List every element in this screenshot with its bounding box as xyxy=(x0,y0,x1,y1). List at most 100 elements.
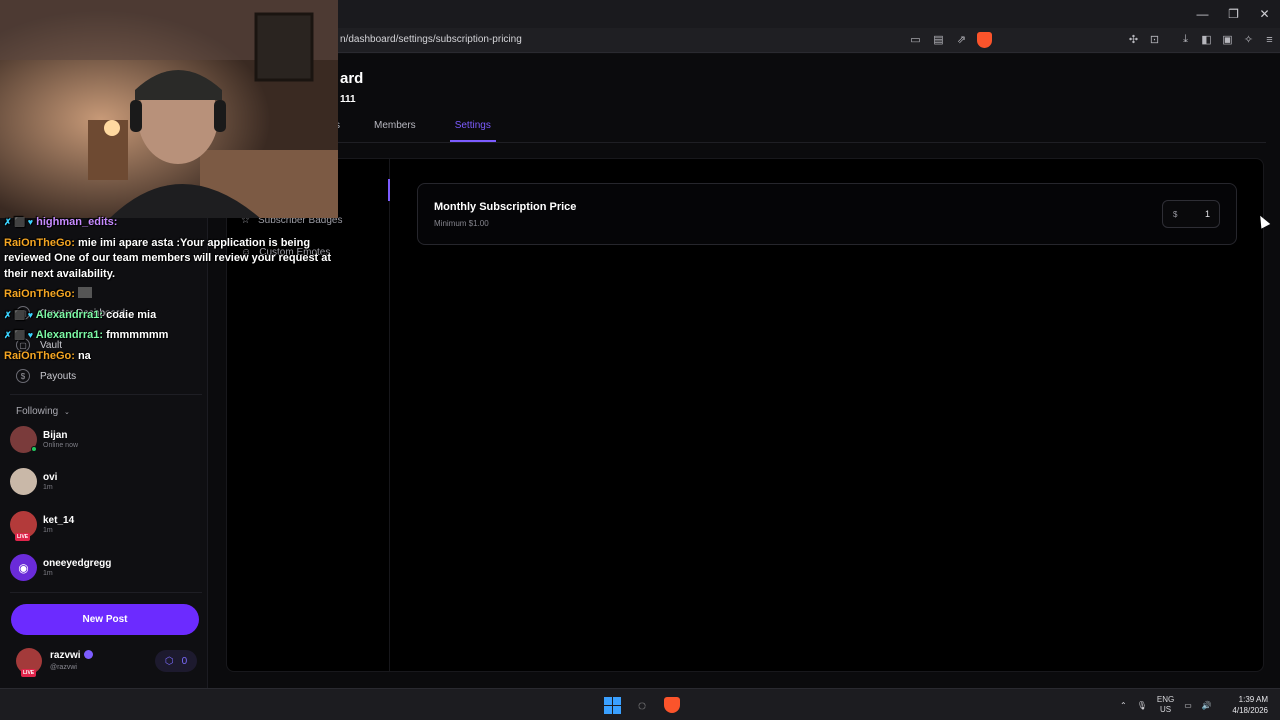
tab-settings[interactable]: Settings xyxy=(449,120,496,142)
webcam-feed xyxy=(0,0,338,218)
leo-ai-icon[interactable]: ✧ xyxy=(1241,32,1256,47)
microphone-icon[interactable]: 🎙 xyxy=(1137,701,1147,710)
chat-message: ✗ ⬛ ♥ highman_edits: xyxy=(4,215,338,231)
user-handle: @razvwi xyxy=(50,664,77,671)
price-input[interactable]: $ 1 xyxy=(1162,200,1220,228)
chat-message: RaiOnTheGo: xyxy=(4,287,338,303)
download-icon[interactable]: ⤓ xyxy=(1178,32,1193,47)
restore-icon[interactable]: ❐ xyxy=(1218,0,1249,28)
following-item[interactable]: LIVE ket_14 1m xyxy=(10,511,75,541)
window-controls: — ❐ ✕ xyxy=(1187,0,1280,28)
chat-username: Alexandrra1: xyxy=(35,329,104,341)
chat-username: highman_edits: xyxy=(36,216,118,228)
windows-start-icon[interactable] xyxy=(602,695,622,715)
online-indicator xyxy=(31,446,37,452)
settings-panel: icing ☆ Subscriber Badges ☺ Custom Emote… xyxy=(226,158,1264,672)
following-name: Bijan xyxy=(43,430,68,441)
clock-time: 1:39 AM xyxy=(1238,695,1268,704)
following-header[interactable]: Following ⌄ xyxy=(16,406,70,417)
chat-username: RaiOnTheGo: xyxy=(4,288,75,300)
user-name: razvwi xyxy=(50,650,93,661)
divider xyxy=(10,592,202,593)
card-title: Monthly Subscription Price xyxy=(434,201,577,213)
chat-message: ✗ ⬛ ♥ Alexandrra1: coaie mia xyxy=(4,308,338,324)
following-status: 1m xyxy=(43,484,53,491)
following-status: Online now xyxy=(43,442,79,449)
sidebar-item-label: Payouts xyxy=(40,370,77,382)
card-minimum: Minimum $1.00 xyxy=(434,219,489,228)
coin-count: 0 xyxy=(181,655,188,667)
dollar-icon: $ xyxy=(16,369,30,383)
avatar: LIVE xyxy=(10,511,37,541)
minimize-icon[interactable]: — xyxy=(1187,0,1218,28)
app-icon[interactable]: ◌ xyxy=(632,695,652,715)
stream-chat-overlay: ✗ ⬛ ♥ highman_edits: RaiOnTheGo: mie imi… xyxy=(4,215,338,369)
active-indicator xyxy=(388,179,390,201)
clock[interactable]: 1:39 AM 4/18/2026 xyxy=(1232,694,1268,716)
price-value[interactable]: 1 xyxy=(1205,209,1210,219)
current-user[interactable]: LIVE razvwi @razvwi ⬡ 0 xyxy=(12,646,198,677)
coin-icon: ⬡ xyxy=(164,655,174,667)
coin-balance[interactable]: ⬡ 0 xyxy=(155,650,197,672)
reader-mode-icon[interactable]: ▤ xyxy=(931,32,946,47)
chat-badges: ✗ ⬛ ♥ xyxy=(4,330,34,340)
url-text[interactable]: n/dashboard/settings/subscription-pricin… xyxy=(340,34,522,45)
chat-badges: ✗ ⬛ ♥ xyxy=(4,309,34,320)
language-indicator[interactable]: ENG US xyxy=(1157,695,1174,715)
chat-image-emote xyxy=(77,287,92,298)
webcam-overlay xyxy=(0,0,338,218)
brave-shields-icon[interactable] xyxy=(977,31,992,48)
following-label: Following xyxy=(16,406,59,417)
following-name: ket_14 xyxy=(43,515,75,526)
close-icon[interactable]: ✕ xyxy=(1249,0,1280,28)
share-icon[interactable]: ⇗ xyxy=(954,32,969,47)
chevron-down-icon: ⌄ xyxy=(64,409,70,416)
page-subtitle: 111 xyxy=(340,94,356,105)
avatar xyxy=(10,426,37,453)
new-post-button[interactable]: New Post xyxy=(11,604,199,635)
following-name: oneeyedgregg xyxy=(43,558,112,569)
toolbar-icons: ✣ ⊡ ⤓ ◧ ▣ ✧ ≡ xyxy=(1126,32,1277,47)
chevron-up-icon[interactable]: ⌃ xyxy=(1120,701,1127,710)
subscription-price-card: Monthly Subscription Price Minimum $1.00… xyxy=(417,183,1237,245)
following-item[interactable]: Bijan Online now xyxy=(10,426,78,453)
chat-username: Alexandrra1: xyxy=(35,308,104,321)
verified-icon xyxy=(83,650,93,659)
brave-browser-icon[interactable] xyxy=(662,695,682,715)
chat-text: na xyxy=(77,349,91,362)
avatar: ◉ xyxy=(10,554,37,581)
cast-icon[interactable]: ▭ xyxy=(908,32,923,47)
windows-taskbar: ◌ ⌃ 🎙 ENG US ▭ 🔊 1:39 AM 4/18/2026 xyxy=(0,688,1280,720)
clock-date: 4/18/2026 xyxy=(1232,706,1268,715)
screen: — ❐ ✕ n/dashboard/settings/subscription-… xyxy=(0,0,1280,720)
tab-members[interactable]: Members xyxy=(374,120,416,142)
currency-symbol: $ xyxy=(1173,210,1178,219)
region-code: US xyxy=(1159,705,1172,714)
sidebar-item-payouts[interactable]: $ Payouts xyxy=(16,369,76,383)
avatar: LIVE xyxy=(16,648,42,677)
following-item[interactable]: ovi 1m xyxy=(10,468,57,495)
tab-search-icon[interactable]: ⊡ xyxy=(1147,32,1162,47)
live-badge: LIVE xyxy=(21,669,37,677)
address-bar-icons: ▭ ▤ ⇗ xyxy=(908,31,992,48)
user-name-text: razvwi xyxy=(50,650,81,661)
following-item[interactable]: ◉ oneeyedgregg 1m xyxy=(10,554,111,581)
chat-message: RaiOnTheGo: na xyxy=(4,349,338,365)
avatar xyxy=(10,468,37,495)
wallet-icon[interactable]: ▣ xyxy=(1220,32,1235,47)
tabs-divider xyxy=(226,142,1266,143)
chat-username: RaiOnTheGo: xyxy=(4,349,75,362)
chat-text: coaie mia xyxy=(106,308,157,321)
language-code: ENG xyxy=(1156,695,1175,704)
following-status: 1m xyxy=(43,527,53,534)
following-name: ovi xyxy=(43,472,58,483)
sidebar-toggle-icon[interactable]: ◧ xyxy=(1199,32,1214,47)
extensions-icon[interactable]: ✣ xyxy=(1126,32,1141,47)
volume-icon[interactable]: 🔊 xyxy=(1202,701,1212,710)
menu-icon[interactable]: ≡ xyxy=(1262,32,1277,47)
chat-message: ✗ ⬛ ♥ Alexandrra1: fmmmmmm xyxy=(4,328,338,344)
taskbar-apps: ◌ xyxy=(602,695,682,715)
display-icon[interactable]: ▭ xyxy=(1184,701,1192,710)
chat-username: RaiOnTheGo: xyxy=(4,236,75,249)
system-tray: ⌃ 🎙 ENG US ▭ 🔊 xyxy=(1120,695,1212,715)
